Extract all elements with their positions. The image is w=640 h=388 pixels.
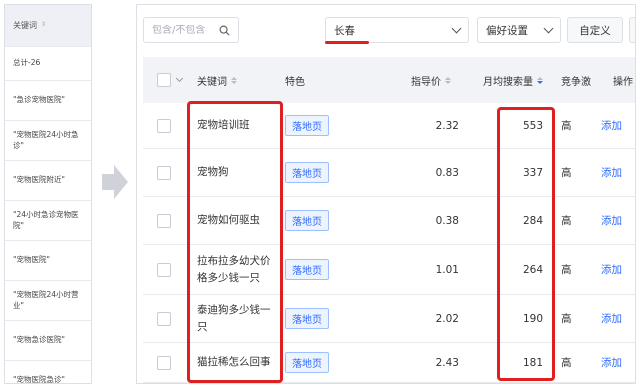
row-keyword: 猫拉稀怎么回事 [197,356,271,369]
table-row: 宠物如何驱虫 落地页 0.38 284 高 添加 [143,197,635,245]
header-monthly-search[interactable]: 月均搜索量 [483,57,543,103]
row-competition: 高 [561,313,572,325]
chevron-down-icon[interactable] [175,74,184,83]
keyword-list-header-label: 关键词 [13,20,37,30]
row-keyword: 拉布拉多幼犬价格多少钱一只 [197,254,271,284]
landing-page-tag[interactable]: 落地页 [285,115,329,136]
keyword-list-item[interactable]: "宠物医院24小时营业" [5,281,91,321]
row-checkbox[interactable] [157,165,171,180]
sort-icon[interactable] [231,76,237,84]
custom-button[interactable]: 自定义 [567,17,623,43]
chevron-down-icon [543,23,554,33]
keyword-list-item[interactable]: "宠物医院附近" [5,161,91,201]
header-action: 操作 [613,76,633,88]
row-checkbox[interactable] [157,311,171,326]
row-monthly-search: 284 [522,214,543,227]
add-keyword-link[interactable]: 添加 [601,197,622,244]
add-keyword-link[interactable]: 添加 [601,295,622,342]
row-monthly-search: 337 [522,166,543,179]
table-row: 猫拉稀怎么回事 落地页 2.43 181 高 添加 [143,343,635,383]
row-price: 2.32 [435,119,459,132]
landing-page-tag[interactable]: 落地页 [285,210,329,231]
select-all-checkbox[interactable] [157,73,171,87]
row-keyword: 宠物如何驱虫 [197,214,260,227]
add-keyword-link[interactable]: 添加 [601,149,622,196]
preferences-label: 偏好设置 [486,24,528,37]
keyword-total: 总计-26 [5,47,91,81]
keyword-list-panel: 关键词 ⇕ 总计-26 "急诊宠物医院" "宠物医院24小时急诊" "宠物医院附… [4,4,92,384]
header-keyword[interactable]: 关键词 [197,57,237,103]
row-monthly-search: 190 [522,312,543,325]
table-row: 泰迪狗多少钱一只 落地页 2.02 190 高 添加 [143,295,635,343]
add-keyword-link[interactable]: 添加 [601,245,622,294]
row-price: 1.01 [435,263,459,276]
keyword-list-item[interactable]: "宠物医院24小时急诊" [5,121,91,161]
table-row: 宠物培训班 落地页 2.32 553 高 添加 [143,103,635,149]
sort-icon[interactable] [445,76,451,84]
sort-icon: ⇕ [41,21,47,29]
keyword-list-item[interactable]: "宠物急诊医院" [5,321,91,361]
table-row: 拉布拉多幼犬价格多少钱一只 落地页 1.01 264 高 添加 [143,245,635,295]
city-select[interactable]: 长春 [325,17,469,43]
keyword-list-item[interactable]: "24小时急诊宠物医院" [5,201,91,241]
row-monthly-search: 181 [522,356,543,369]
row-price: 0.38 [435,214,459,227]
header-competition: 竞争激 [561,76,591,88]
header-keyword-label: 关键词 [197,76,227,88]
search-input[interactable] [152,24,212,36]
landing-page-tag[interactable]: 落地页 [285,259,329,280]
row-price: 0.83 [435,166,459,179]
arrow-right-icon [102,165,128,199]
landing-page-tag[interactable]: 落地页 [285,352,329,373]
header-price-label: 指导价 [411,76,441,88]
row-price: 2.43 [435,356,459,369]
select-all-control[interactable] [157,57,184,103]
landing-page-tag[interactable]: 落地页 [285,308,329,329]
toolbar: 长春 偏好设置 自定义 [137,5,635,51]
add-keyword-link[interactable]: 添加 [601,343,622,382]
search-icon[interactable] [219,25,230,36]
row-checkbox[interactable] [157,262,171,277]
header-price[interactable]: 指导价 [411,57,451,103]
sort-desc-icon[interactable] [537,76,543,84]
keyword-list-header[interactable]: 关键词 ⇕ [5,5,91,47]
row-competition: 高 [561,357,572,369]
row-checkbox[interactable] [157,118,171,133]
row-keyword: 宠物狗 [197,166,229,179]
row-competition: 高 [561,120,572,132]
row-competition: 高 [561,167,572,179]
row-competition: 高 [561,264,572,276]
row-keyword: 宠物培训班 [197,119,250,132]
chevron-down-icon [451,23,462,33]
city-annotation-underline [325,41,369,44]
row-monthly-search: 553 [522,119,543,132]
row-keyword: 泰迪狗多少钱一只 [197,303,271,333]
row-monthly-search: 264 [522,263,543,276]
city-select-value: 长春 [334,24,355,37]
more-button[interactable] [629,17,635,43]
keyword-list-item[interactable]: "宠物医院急诊" [5,361,91,383]
row-competition: 高 [561,215,572,227]
keyword-list-item[interactable]: "宠物医院" [5,241,91,281]
add-keyword-link[interactable]: 添加 [601,103,622,148]
row-price: 2.02 [435,312,459,325]
preferences-select[interactable]: 偏好设置 [477,17,561,43]
landing-page-tag[interactable]: 落地页 [285,162,329,183]
table-row: 宠物狗 落地页 0.83 337 高 添加 [143,149,635,197]
keyword-list-item[interactable]: "急诊宠物医院" [5,81,91,121]
header-feature: 特色 [285,76,305,88]
search-box[interactable] [143,17,239,43]
table-header: 关键词 特色 指导价 月均搜索量 竞争激 操作 [143,57,635,103]
row-checkbox[interactable] [157,355,171,370]
keyword-planner-panel: 长春 偏好设置 自定义 关键词 特色 指导价 月均搜索量 竞争激 操作 [136,4,636,384]
header-monthly-search-label: 月均搜索量 [483,76,533,88]
row-checkbox[interactable] [157,213,171,228]
